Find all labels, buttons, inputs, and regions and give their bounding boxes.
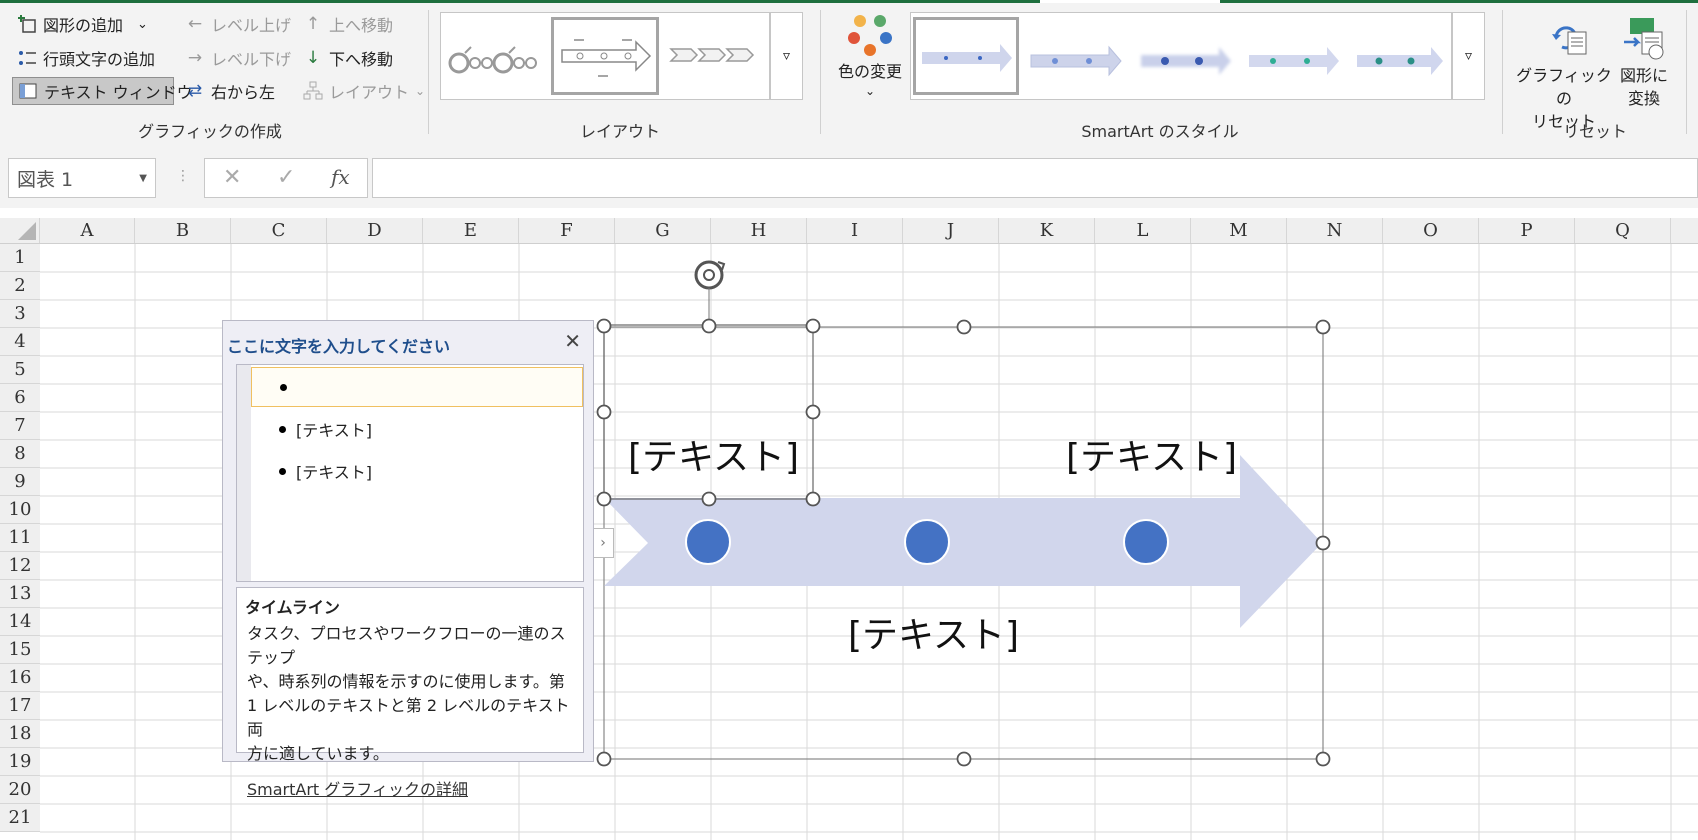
- text-pane-title: ここに文字を入力してください: [227, 337, 451, 356]
- list-item[interactable]: [テキスト]: [251, 451, 583, 491]
- text-pane-toggle-button[interactable]: ›: [592, 528, 614, 558]
- bullet-icon: [279, 425, 286, 433]
- layout-description-line: タスク、プロセスやワークフローの一連のステップ: [247, 624, 566, 667]
- timeline-dot-1[interactable]: [685, 519, 731, 565]
- layout-description-line: 方に適しています。: [247, 744, 389, 763]
- timeline-label-1[interactable]: [テキスト]: [628, 428, 799, 480]
- timeline-label-3[interactable]: [テキスト]: [1066, 428, 1237, 480]
- timeline-dot-2[interactable]: [904, 519, 950, 565]
- smartart-help-link[interactable]: SmartArt グラフィックの詳細: [245, 776, 575, 800]
- text-pane: ここに文字を入力してください ✕ [テキスト] [テキスト] タイムライン タス…: [222, 320, 594, 799]
- bullet-icon: [279, 467, 286, 475]
- timeline-label-2[interactable]: [テキスト]: [848, 606, 1019, 658]
- timeline-dot-3[interactable]: [1123, 519, 1169, 565]
- chevron-right-icon: ›: [600, 535, 606, 551]
- list-item[interactable]: [テキスト]: [251, 409, 583, 449]
- layout-description-title: タイムライン: [245, 598, 340, 617]
- layout-description-line: 1 レベルのテキストと第 2 レベルのテキスト両: [247, 696, 570, 739]
- layout-description: タイムライン タスク、プロセスやワークフローの一連のステップ や、時系列の情報を…: [236, 587, 584, 799]
- rotate-handle-icon[interactable]: [694, 260, 726, 325]
- list-item[interactable]: [251, 367, 583, 407]
- text-pane-list: [テキスト] [テキスト]: [236, 364, 584, 582]
- close-icon[interactable]: ✕: [564, 329, 581, 353]
- layout-description-line: や、時系列の情報を示すのに使用します。第: [247, 672, 565, 691]
- bullet-icon: [280, 383, 287, 391]
